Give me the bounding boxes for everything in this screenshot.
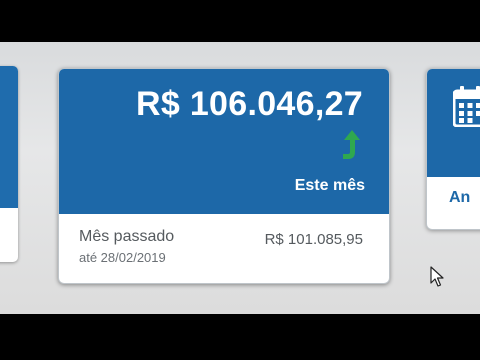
revenue-summary-card[interactable]: R$ 106.046,27 Este mês Mês passado até 2… xyxy=(58,68,390,284)
previous-period-value: R$ 101.085,95 xyxy=(264,231,363,248)
previous-period-date: até 28/02/2019 xyxy=(79,250,166,265)
annual-summary-card[interactable]: An xyxy=(426,68,480,230)
period-label: Este mês xyxy=(294,177,365,194)
screen: R$ 106.046,27 Este mês Mês passado até 2… xyxy=(0,42,480,314)
mouse-cursor-icon xyxy=(430,266,444,287)
left-card-header xyxy=(0,66,18,208)
calendar-icon xyxy=(453,86,480,127)
current-amount: R$ 106.046,27 xyxy=(136,85,363,123)
card-header: R$ 106.046,27 Este mês xyxy=(59,69,389,214)
previous-period-label: Mês passado xyxy=(79,228,175,245)
right-card-header xyxy=(427,69,480,177)
arrow-up-icon xyxy=(343,130,360,159)
annual-card-label: An xyxy=(449,189,471,206)
left-summary-card[interactable] xyxy=(0,66,18,262)
